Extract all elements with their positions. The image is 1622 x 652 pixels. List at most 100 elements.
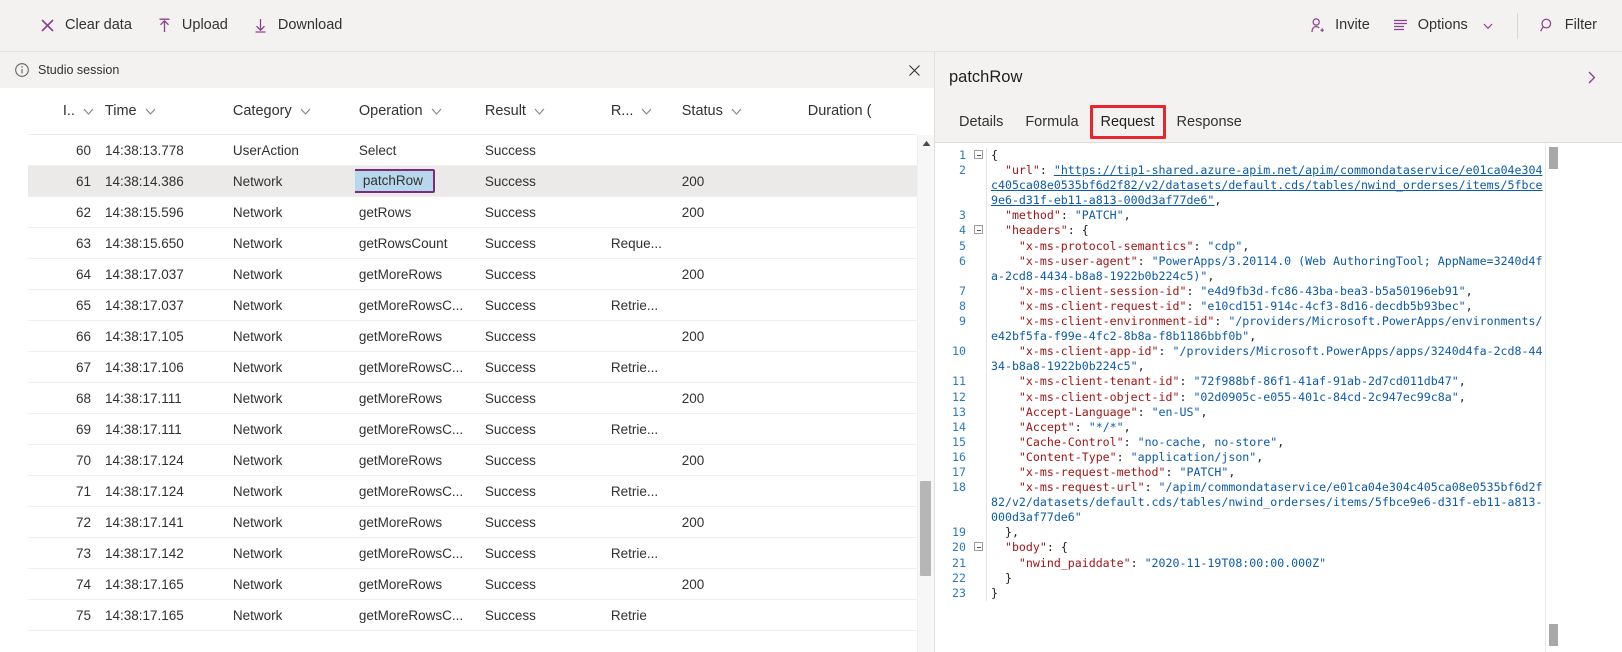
code-fold-toggle-icon[interactable]	[971, 223, 986, 234]
table-row[interactable]: 6214:38:15.596NetworkgetRowsSuccess200	[28, 197, 917, 228]
cell-id: 61	[28, 174, 101, 189]
column-header-operation[interactable]: Operation	[355, 103, 481, 119]
code-line-number: 13	[941, 405, 971, 420]
cell-operation: getMoreRowsC...	[355, 608, 481, 623]
code-token: :	[1138, 405, 1152, 419]
details-pane: patchRow Details FormulaRequestResponse 1…	[935, 52, 1622, 652]
upload-arrow-icon	[156, 17, 173, 34]
clear-data-button[interactable]: Clear data	[28, 10, 143, 41]
code-line-number: 15	[941, 435, 971, 450]
table-row[interactable]: 6314:38:15.650NetworkgetRowsCountSuccess…	[28, 228, 917, 259]
code-scrollbar-thumb-bottom[interactable]	[1549, 624, 1558, 646]
column-header-r[interactable]: R...	[607, 103, 678, 119]
filter-button[interactable]: Filter	[1528, 10, 1608, 41]
selected-operation-highlight[interactable]: patchRow	[355, 169, 435, 194]
tab-label: Details	[959, 114, 1003, 130]
table-row[interactable]: 6514:38:17.037NetworkgetMoreRowsC...Succ…	[28, 290, 917, 321]
cell-id: 67	[28, 360, 101, 375]
grid-body[interactable]: 6014:38:13.778UserActionSelectSuccess611…	[28, 135, 917, 652]
cell-category: Network	[229, 422, 355, 437]
table-row[interactable]: 6914:38:17.111NetworkgetMoreRowsC...Succ…	[28, 414, 917, 445]
code-line-content: "x-ms-client-object-id": "02d0905c-e055-…	[986, 390, 1545, 405]
chevron-down-icon[interactable]	[640, 105, 653, 118]
code-token: ,	[1228, 465, 1235, 479]
code-line-content: "method": "PATCH",	[986, 208, 1545, 223]
code-token: "72f988bf-86f1-41af-91ab-2d7cd011db47"	[1193, 374, 1458, 388]
filter-label: Filter	[1565, 18, 1597, 33]
session-close-button[interactable]	[904, 60, 924, 80]
scroll-up-arrow-icon[interactable]	[918, 135, 935, 151]
code-vertical-scrollbar[interactable]	[1545, 143, 1560, 652]
chevron-down-icon[interactable]	[730, 105, 743, 118]
code-token: "x-ms-client-app-id"	[991, 344, 1159, 358]
invite-button[interactable]: Invite	[1298, 10, 1381, 41]
code-line-number: 12	[941, 390, 971, 405]
code-scrollbar-thumb-top[interactable]	[1549, 147, 1558, 169]
cell-time: 14:38:17.106	[101, 360, 229, 375]
code-token: },	[991, 525, 1019, 539]
code-token: "x-ms-user-agent"	[991, 254, 1138, 268]
grid-header-row: I..TimeCategoryOperationResultR...Status…	[28, 88, 917, 135]
column-header-time[interactable]: Time	[101, 103, 229, 119]
table-row[interactable]: 7514:38:17.165NetworkgetMoreRowsC...Succ…	[28, 600, 917, 631]
invite-label: Invite	[1335, 18, 1370, 33]
table-row[interactable]: 7014:38:17.124NetworkgetMoreRowsSuccess2…	[28, 445, 917, 476]
code-token: "body"	[991, 540, 1047, 554]
table-row[interactable]: 6114:38:14.386NetworkpatchRowSuccess200	[28, 166, 917, 197]
code-line-number: 2	[941, 163, 971, 178]
table-row[interactable]: 6414:38:17.037NetworkgetMoreRowsSuccess2…	[28, 259, 917, 290]
cell-category: Network	[229, 608, 355, 623]
code-fold-toggle-icon[interactable]	[971, 540, 986, 551]
code-line-number: 4	[941, 223, 971, 238]
code-line: 1{	[941, 148, 1545, 163]
table-row[interactable]: 7314:38:17.142NetworkgetMoreRowsC...Succ…	[28, 538, 917, 569]
chevron-down-icon[interactable]	[299, 105, 312, 118]
code-token[interactable]: "https://tip1-shared.azure-apim.net/apim…	[991, 163, 1542, 207]
session-label: Studio session	[38, 63, 119, 77]
code-line-number: 23	[941, 586, 971, 601]
download-button[interactable]: Download	[241, 10, 354, 41]
options-button[interactable]: Options	[1381, 10, 1505, 41]
column-header-id[interactable]: I..	[28, 103, 101, 119]
scrollbar-track[interactable]	[918, 151, 935, 652]
column-header-result[interactable]: Result	[481, 103, 607, 119]
column-header-status[interactable]: Status	[678, 103, 804, 119]
chevron-down-icon[interactable]	[144, 105, 157, 118]
table-row[interactable]: 6814:38:17.111NetworkgetMoreRowsSuccess2…	[28, 383, 917, 414]
cell-id: 70	[28, 453, 101, 468]
code-line: 14 "Accept": "*/*",	[941, 420, 1545, 435]
code-fold-toggle-icon[interactable]	[971, 148, 986, 159]
column-header-category[interactable]: Category	[229, 103, 355, 119]
cell-result: Success	[481, 205, 607, 220]
table-row[interactable]: 7114:38:17.124NetworkgetMoreRowsC...Succ…	[28, 476, 917, 507]
chevron-down-icon[interactable]	[430, 105, 443, 118]
table-row[interactable]: 6614:38:17.105NetworkgetMoreRowsSuccess2…	[28, 321, 917, 352]
details-title: patchRow	[949, 68, 1022, 87]
table-row[interactable]: 6714:38:17.106NetworkgetMoreRowsC...Succ…	[28, 352, 917, 383]
tab-response[interactable]: Response	[1167, 108, 1252, 137]
column-header-duration[interactable]: Duration (	[804, 103, 917, 119]
code-line-content: "Accept-Language": "en-US",	[986, 405, 1545, 420]
chevron-down-icon[interactable]	[533, 105, 546, 118]
cell-result: Success	[481, 577, 607, 592]
chevron-down-icon[interactable]	[82, 105, 95, 118]
code-token: :	[1138, 254, 1152, 268]
upload-button[interactable]: Upload	[145, 10, 239, 41]
table-row[interactable]: 6014:38:13.778UserActionSelectSuccess	[28, 135, 917, 166]
code-token: ,	[1138, 359, 1145, 373]
table-row[interactable]: 7214:38:17.141NetworkgetMoreRowsSuccess2…	[28, 507, 917, 538]
request-code-viewer[interactable]: 1{2 "url": "https://tip1-shared.azure-ap…	[935, 143, 1622, 652]
code-line-content: }	[986, 571, 1545, 586]
code-token: ,	[1459, 374, 1466, 388]
code-token: "x-ms-request-url"	[991, 480, 1145, 494]
code-token: "x-ms-protocol-semantics"	[991, 239, 1193, 253]
tab-request[interactable]: Request	[1091, 108, 1165, 137]
code-line: 16 "Content-Type": "application/json",	[941, 450, 1545, 465]
scrollbar-thumb[interactable]	[920, 481, 931, 576]
table-row[interactable]: 7414:38:17.165NetworkgetMoreRowsSuccess2…	[28, 569, 917, 600]
code-scroll-area[interactable]: 1{2 "url": "https://tip1-shared.azure-ap…	[935, 143, 1545, 652]
tab-formula[interactable]: Formula	[1015, 108, 1088, 137]
grid-vertical-scrollbar[interactable]	[917, 135, 934, 652]
tab-details[interactable]: Details	[949, 108, 1013, 137]
chevron-right-icon[interactable]	[1578, 64, 1604, 90]
